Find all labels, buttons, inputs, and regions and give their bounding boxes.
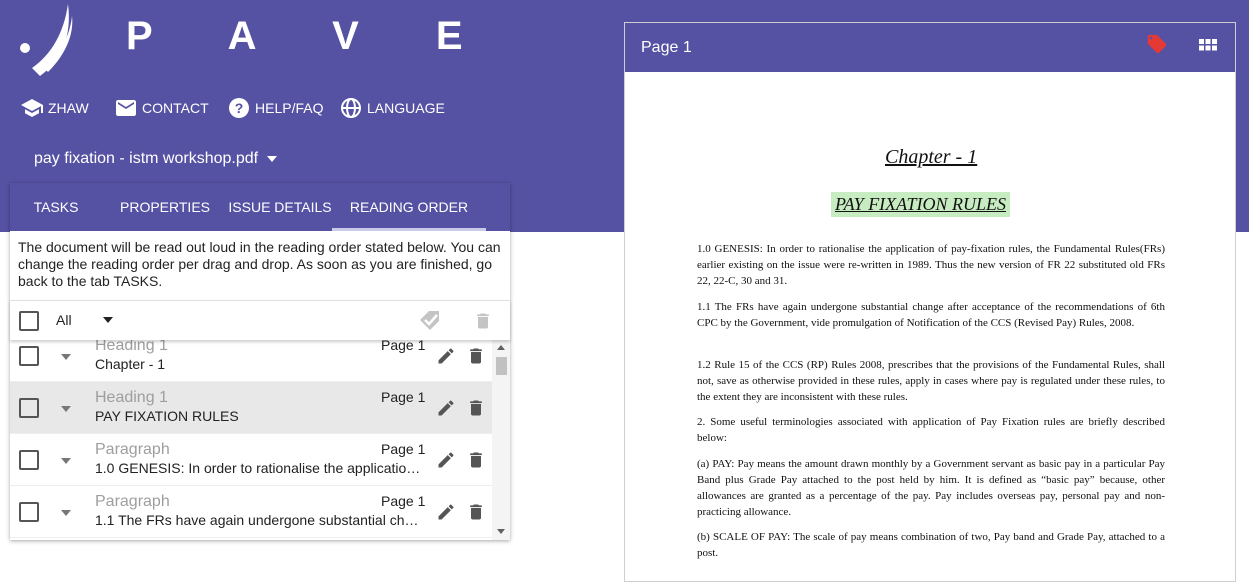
bulk-tag-edit-icon[interactable]: [417, 308, 443, 334]
rules-heading: PAY FIXATION RULES: [831, 192, 1011, 217]
file-selector[interactable]: pay fixation - istm workshop.pdf: [34, 150, 278, 168]
item-type: Paragraph: [95, 493, 170, 510]
paragraph-scale-of-pay: (b) SCALE OF PAY: The scale of pay means…: [697, 531, 1165, 559]
nav-label: LANGUAGE: [367, 100, 445, 116]
edit-icon[interactable]: [436, 346, 456, 366]
select-all-checkbox[interactable]: [19, 311, 39, 331]
paragraph-1-2: 1.2 Rule 15 of the CCS (RP) Rules 2008, …: [697, 359, 1165, 403]
document-viewer: Page 1 Chapter - 1 PAY FIXATION RULES 1.…: [624, 22, 1236, 582]
list-item[interactable]: Paragraph 1.0 GENESIS: In order to ratio…: [10, 434, 492, 486]
nav-language[interactable]: LANGUAGE: [339, 96, 445, 120]
bulk-delete-icon[interactable]: [473, 311, 493, 331]
filter-value: All: [56, 312, 72, 328]
expand-caret-icon[interactable]: [61, 354, 71, 360]
delete-icon[interactable]: [466, 450, 486, 470]
item-checkbox[interactable]: [19, 346, 39, 366]
item-page: Page 1: [381, 389, 426, 405]
chapter-heading: Chapter - 1: [885, 146, 978, 168]
item-page: Page 1: [381, 340, 426, 353]
caret-down-icon: [103, 317, 113, 323]
list-toolbar: All: [10, 300, 510, 340]
globe-icon: [341, 98, 361, 118]
document-header: Page 1: [625, 23, 1235, 72]
item-text: Chapter - 1: [95, 356, 166, 372]
caret-down-icon: [267, 156, 278, 162]
edit-icon[interactable]: [436, 502, 456, 522]
delete-icon[interactable]: [466, 346, 486, 366]
file-selector-value: pay fixation - istm workshop.pdf: [34, 150, 259, 167]
paragraph-pay: (a) PAY: Pay means the amount drawn mont…: [697, 458, 1165, 518]
scroll-thumb[interactable]: [496, 357, 507, 375]
scroll-up-icon[interactable]: [497, 345, 505, 350]
paragraph-2: 2. Some useful terminologies associated …: [697, 416, 1165, 444]
list-item[interactable]: Heading 1 Chapter - 1 Page 1: [10, 340, 492, 382]
nav-zhaw[interactable]: ZHAW: [20, 96, 89, 120]
brand-title: P A V E: [126, 14, 496, 58]
nav-label: ZHAW: [48, 100, 89, 116]
filter-select[interactable]: All: [56, 312, 113, 328]
tab-tasks[interactable]: TASKS: [10, 183, 102, 231]
list-item[interactable]: Heading 1 PAY FIXATION RULES Page 1: [10, 382, 492, 434]
item-type: Heading 1: [95, 389, 168, 406]
tag-icon[interactable]: [1146, 33, 1168, 55]
tab-issue-details[interactable]: ISSUE DETAILS: [228, 183, 332, 231]
panel-tabs: TASKS PROPERTIES ISSUE DETAILS READING O…: [10, 183, 510, 231]
item-page: Page 1: [381, 441, 426, 457]
item-text: PAY FIXATION RULES: [95, 408, 239, 424]
nav-help[interactable]: ? HELP/FAQ: [227, 96, 323, 120]
page-title: Page 1: [641, 39, 692, 56]
item-type: Paragraph: [95, 441, 170, 458]
edit-icon[interactable]: [436, 450, 456, 470]
nav-contact[interactable]: CONTACT: [114, 96, 209, 120]
tab-reading-order[interactable]: READING ORDER: [332, 183, 486, 231]
reading-order-list: Heading 1 Chapter - 1 Page 1 Heading 1 P…: [10, 340, 492, 540]
tab-properties[interactable]: PROPERTIES: [102, 183, 228, 231]
delete-icon[interactable]: [466, 502, 486, 522]
item-checkbox[interactable]: [19, 398, 39, 418]
pave-logo: [20, 4, 73, 76]
item-type: Heading 1: [95, 340, 168, 354]
item-text: 1.0 GENESIS: In order to rationalise the…: [95, 460, 425, 476]
expand-caret-icon[interactable]: [61, 406, 71, 412]
expand-caret-icon[interactable]: [61, 510, 71, 516]
list-scrollbar[interactable]: [492, 340, 510, 540]
paragraph-1-1: 1.1 The FRs have again undergone substan…: [697, 301, 1165, 329]
reading-order-panel: TASKS PROPERTIES ISSUE DETAILS READING O…: [10, 183, 510, 540]
svg-text:?: ?: [235, 100, 244, 116]
grid-view-icon[interactable]: [1198, 35, 1218, 55]
edit-icon[interactable]: [436, 398, 456, 418]
document-page: Chapter - 1 PAY FIXATION RULES 1.0 GENES…: [625, 72, 1237, 583]
nav-label: CONTACT: [142, 100, 209, 116]
nav-label: HELP/FAQ: [255, 100, 324, 116]
graduation-cap-icon: [21, 99, 43, 117]
paragraph-genesis: 1.0 GENESIS: In order to rationalise the…: [697, 243, 1165, 287]
reading-order-info: The document will be read out loud in th…: [18, 239, 501, 289]
list-item[interactable]: Paragraph 1.1 The FRs have again undergo…: [10, 486, 492, 538]
mail-icon: [116, 100, 136, 116]
item-text: 1.1 The FRs have again undergone substan…: [95, 512, 425, 528]
scroll-down-icon[interactable]: [497, 529, 505, 534]
item-page: Page 1: [381, 493, 426, 509]
help-circle-icon: ?: [229, 98, 249, 118]
item-checkbox[interactable]: [19, 502, 39, 522]
item-checkbox[interactable]: [19, 450, 39, 470]
expand-caret-icon[interactable]: [61, 458, 71, 464]
delete-icon[interactable]: [466, 398, 486, 418]
